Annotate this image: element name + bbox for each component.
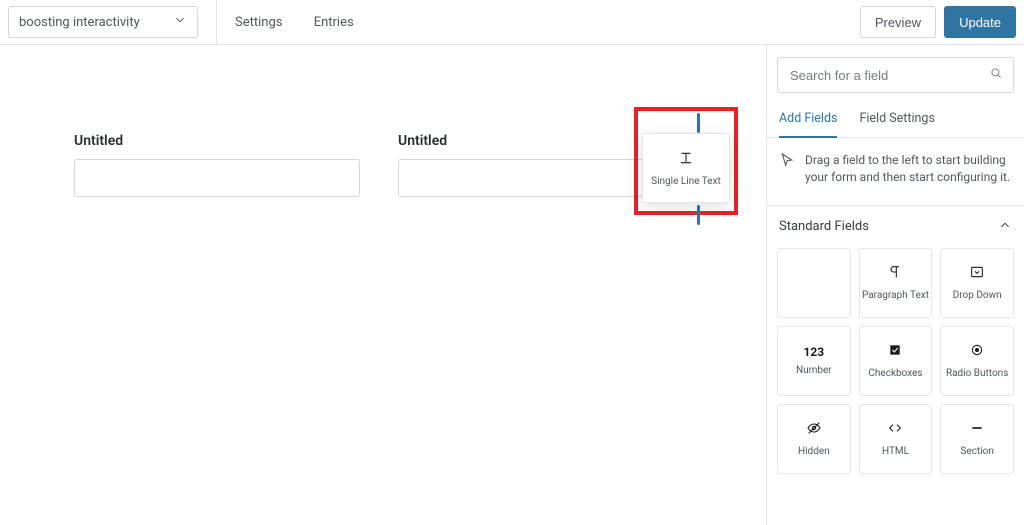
field-tile-paragraph[interactable]: Paragraph Text	[859, 248, 933, 318]
sidebar-hint: Drag a field to the left to start buildi…	[767, 138, 1024, 206]
tab-field-settings[interactable]: Field Settings	[859, 111, 934, 137]
field-tile-radio[interactable]: Radio Buttons	[940, 326, 1014, 396]
dragging-field-tile[interactable]: Single Line Text	[642, 133, 730, 203]
radio-icon	[969, 342, 985, 362]
section-icon	[969, 420, 985, 440]
tile-label: Paragraph Text	[862, 290, 929, 301]
form-field[interactable]: Untitled	[74, 133, 360, 197]
tile-label: Hidden	[798, 446, 830, 457]
checkboxes-icon	[887, 342, 903, 362]
form-picker[interactable]: boosting interactivity	[8, 6, 198, 38]
tile-label: Checkboxes	[868, 368, 922, 379]
dropdown-icon	[969, 264, 985, 284]
field-tile-grid: Paragraph Text Drop Down 123 Number Chec…	[767, 248, 1024, 486]
field-label: Untitled	[74, 133, 360, 149]
chevron-down-icon	[173, 13, 187, 31]
form-picker-label: boosting interactivity	[19, 15, 140, 30]
single-line-text-icon	[678, 150, 694, 170]
chevron-up-icon	[998, 218, 1012, 236]
nav-separator	[216, 0, 217, 44]
nav-settings[interactable]: Settings	[221, 15, 296, 30]
paragraph-icon	[887, 264, 903, 284]
field-tile-number[interactable]: 123 Number	[777, 326, 851, 396]
number-icon: 123	[804, 345, 825, 359]
update-button[interactable]: Update	[944, 6, 1016, 38]
tab-add-fields[interactable]: Add Fields	[779, 111, 837, 138]
preview-button[interactable]: Preview	[860, 6, 936, 38]
accordion-standard-fields[interactable]: Standard Fields	[767, 206, 1024, 248]
field-tile-section[interactable]: Section	[940, 404, 1014, 474]
field-tile-hidden[interactable]: Hidden	[777, 404, 851, 474]
nav-entries[interactable]: Entries	[300, 15, 368, 30]
tile-label: Drop Down	[953, 290, 1002, 301]
field-tile-empty[interactable]	[777, 248, 851, 318]
sidebar: Add Fields Field Settings Drag a field t…	[766, 45, 1024, 525]
top-nav: Settings Entries	[221, 0, 368, 45]
search-icon	[989, 66, 1003, 84]
field-tile-html[interactable]: HTML	[859, 404, 933, 474]
drop-guide	[697, 205, 700, 225]
hidden-icon	[806, 420, 822, 440]
field-tile-dropdown[interactable]: Drop Down	[940, 248, 1014, 318]
drop-guide	[697, 113, 700, 133]
tile-label: Radio Buttons	[946, 368, 1008, 379]
tile-label: Section	[960, 446, 993, 457]
cursor-icon	[779, 152, 795, 187]
tile-label: Single Line Text	[651, 176, 721, 187]
field-tile-checkboxes[interactable]: Checkboxes	[859, 326, 933, 396]
field-search[interactable]	[777, 57, 1014, 93]
tile-label: HTML	[882, 446, 909, 457]
form-canvas[interactable]: Untitled Untitled Single Line Text	[0, 45, 766, 525]
search-input[interactable]	[788, 67, 989, 84]
html-icon	[887, 420, 903, 440]
accordion-title: Standard Fields	[779, 219, 869, 234]
field-input[interactable]	[74, 159, 360, 197]
sidebar-tabs: Add Fields Field Settings	[767, 111, 1024, 138]
tile-label: Number	[796, 365, 832, 376]
hint-text: Drag a field to the left to start buildi…	[805, 152, 1012, 187]
